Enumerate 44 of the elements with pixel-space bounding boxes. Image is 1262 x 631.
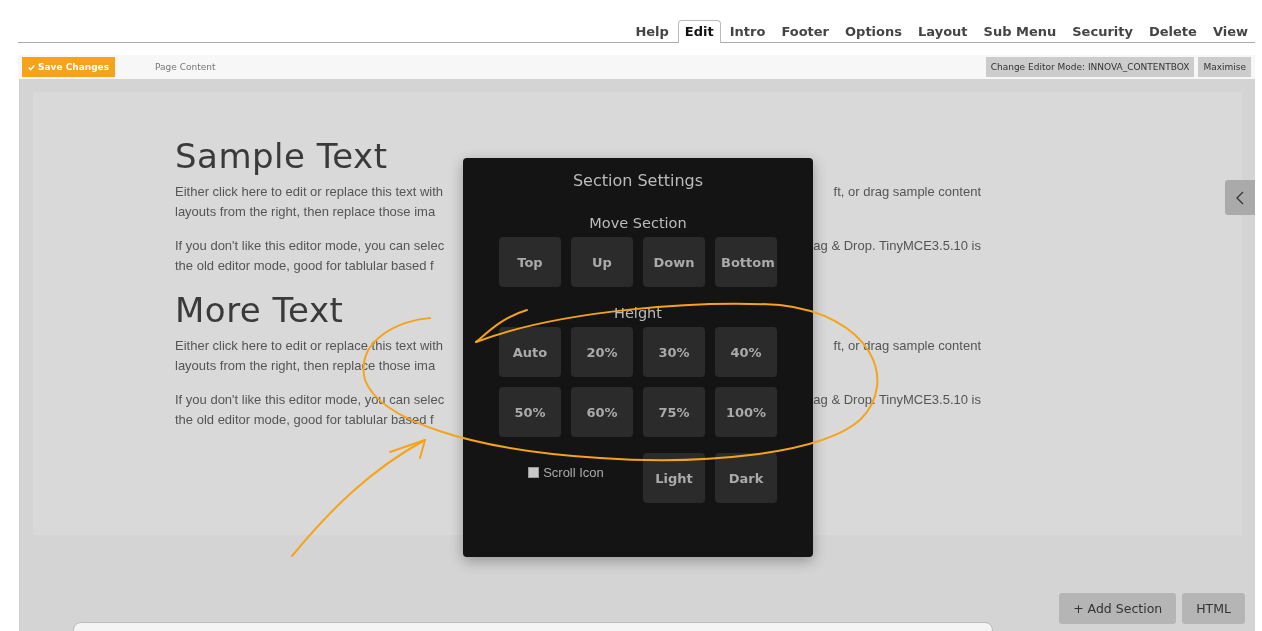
- section-heading: Height: [614, 305, 662, 321]
- theme-button[interactable]: Light: [643, 453, 705, 503]
- height-button[interactable]: 60%: [571, 387, 633, 437]
- menu-tab[interactable]: Delete: [1141, 20, 1204, 43]
- menu-tab[interactable]: Options: [838, 20, 909, 43]
- menu-tab[interactable]: View: [1205, 20, 1255, 43]
- menu-tab[interactable]: Security: [1065, 20, 1140, 43]
- theme-button[interactable]: Dark: [715, 453, 777, 503]
- paragraph-text: the old editor mode, good for tablular based f: [175, 257, 434, 275]
- page-label: Page Content: [155, 62, 217, 72]
- paragraph-text: layouts from the right, then replace those ima: [175, 203, 436, 221]
- section-button[interactable]: HTML: [1182, 593, 1245, 624]
- paragraph-text: ft, or drag sample content: [833, 183, 981, 201]
- height-button[interactable]: 50%: [499, 387, 561, 437]
- editor-mode-button[interactable]: Change Editor Mode: INNOVA_CONTENTBOX: [985, 57, 1195, 77]
- section-button[interactable]: + Add Section: [1059, 593, 1177, 624]
- height-button[interactable]: 100%: [715, 387, 777, 437]
- checkbox-label: Scroll Icon: [543, 465, 604, 480]
- paragraph-text: If you don't like this editor mode, you can selec: [175, 237, 445, 255]
- panel-title: Section Settings: [572, 171, 704, 190]
- menu-tab[interactable]: Layout: [911, 20, 975, 43]
- move-button[interactable]: Down: [643, 237, 705, 287]
- move-button[interactable]: Bottom: [715, 237, 777, 287]
- menu-tab[interactable]: Footer: [774, 20, 837, 43]
- move-button[interactable]: Up: [571, 237, 633, 287]
- paragraph-text: ag & Drop. TinyMCE3.5.10 is: [813, 237, 981, 255]
- maximise-button[interactable]: Maximise: [1198, 57, 1251, 77]
- paragraph-text: Either click here to edit or replace this text with: [175, 183, 444, 201]
- check-icon: [28, 63, 35, 71]
- menu-tab[interactable]: Intro: [722, 20, 773, 43]
- menu-tab[interactable]: Sub Menu: [976, 20, 1064, 43]
- move-button[interactable]: Top: [499, 237, 561, 287]
- menu-tab[interactable]: Help: [628, 20, 676, 43]
- heading: Sample Text: [175, 136, 388, 176]
- chevron-left-icon: [1236, 190, 1244, 205]
- checkbox[interactable]: [528, 467, 540, 478]
- section-heading: Move Section: [589, 215, 687, 231]
- heading: More Text: [175, 290, 344, 330]
- height-button[interactable]: 20%: [571, 327, 633, 377]
- menu-tab[interactable]: Edit: [677, 20, 721, 43]
- height-button[interactable]: Auto: [499, 327, 561, 377]
- height-button[interactable]: 30%: [643, 327, 705, 377]
- height-button[interactable]: 40%: [715, 327, 777, 377]
- height-button[interactable]: 75%: [643, 387, 705, 437]
